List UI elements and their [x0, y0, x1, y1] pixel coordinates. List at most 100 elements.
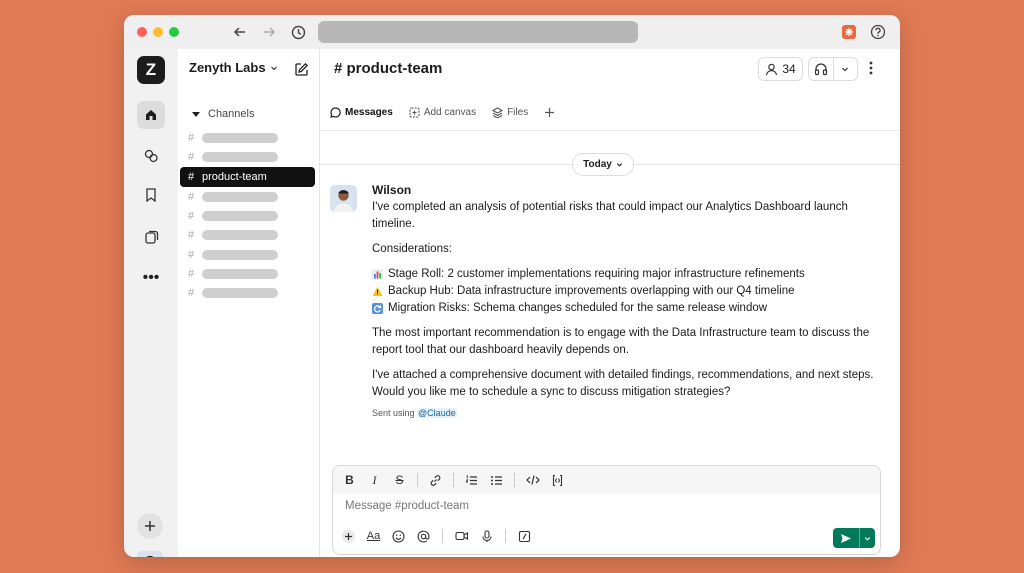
channel-name-placeholder: [202, 230, 278, 240]
bold-icon[interactable]: B: [339, 470, 360, 490]
microphone-icon[interactable]: [477, 526, 496, 546]
hash-icon: #: [187, 229, 195, 241]
canvas-icon: [409, 107, 420, 118]
files-icon[interactable]: [137, 223, 165, 251]
message-intro: I've completed an analysis of potential …: [372, 201, 848, 230]
sidebar-channel[interactable]: #: [180, 245, 315, 265]
hash-icon: #: [187, 210, 195, 222]
message-author[interactable]: Wilson: [372, 182, 887, 199]
plus-icon[interactable]: [339, 526, 358, 546]
toolbar-divider: [505, 529, 506, 543]
list-item-text: Backup Hub: Data infrastructure improvem…: [388, 285, 795, 297]
members-button[interactable]: 34: [758, 57, 803, 81]
channel-name-placeholder: [202, 192, 278, 202]
sidebar-channel[interactable]: #: [180, 147, 315, 167]
forward-arrow-icon[interactable]: [259, 22, 279, 42]
channel-name-placeholder: [202, 250, 278, 260]
bookmark-icon[interactable]: [137, 181, 165, 209]
sidebar-channel[interactable]: #: [180, 225, 315, 245]
video-icon[interactable]: [452, 526, 471, 546]
sidebar-channel[interactable]: #: [180, 283, 315, 303]
channel-tabs: Messages Add canvas Files: [330, 107, 555, 118]
user-avatar[interactable]: [137, 551, 163, 557]
ordered-list-icon[interactable]: [461, 470, 482, 490]
sidebar-channel[interactable]: #: [180, 264, 315, 284]
main-pane: # product-team 34 Messages Add canvas Fi…: [320, 49, 900, 557]
workspace-switcher[interactable]: Zenyth Labs: [189, 60, 278, 75]
app-window: Z ••• Zenyth Labs Channels # # # product…: [124, 15, 900, 557]
composer-actions: Aa: [339, 526, 534, 546]
caret-down-icon: [192, 112, 200, 117]
toolbar-divider: [417, 473, 418, 487]
dms-icon[interactable]: [137, 142, 165, 170]
sidebar-channel[interactable]: #: [180, 128, 315, 148]
search-bar[interactable]: [318, 21, 638, 43]
chevron-down-icon[interactable]: [859, 528, 875, 548]
layers-icon: [492, 107, 504, 118]
add-tab-button[interactable]: [544, 107, 555, 118]
list-item: Backup Hub: Data infrastructure improvem…: [372, 283, 887, 300]
headphones-icon[interactable]: [809, 58, 833, 80]
message-recommendation: The most important recommendation is to …: [372, 327, 870, 356]
text-format-icon[interactable]: Aa: [364, 526, 383, 546]
claude-mention-link[interactable]: @Claude: [417, 408, 457, 418]
home-icon[interactable]: [137, 101, 165, 129]
day-divider-button[interactable]: Today: [572, 153, 634, 176]
channel-name-placeholder: [202, 152, 278, 162]
channel-name: product-team: [202, 171, 267, 183]
italic-icon[interactable]: I: [364, 470, 385, 490]
send-button-group: [833, 528, 875, 548]
hash-icon: #: [187, 191, 195, 203]
slash-command-icon[interactable]: [515, 526, 534, 546]
list-item: Stage Roll: 2 customer implementations r…: [372, 266, 887, 283]
channels-section-header[interactable]: Channels: [192, 108, 254, 120]
workspace-logo-letter: Z: [145, 60, 157, 79]
minimize-window-button[interactable]: [153, 27, 163, 37]
chevron-down-icon[interactable]: [834, 58, 858, 80]
message-considerations-label: Considerations:: [372, 243, 452, 255]
close-window-button[interactable]: [137, 27, 147, 37]
channel-name-placeholder: [202, 211, 278, 221]
compose-icon[interactable]: [291, 59, 311, 79]
bullet-list-icon[interactable]: [486, 470, 507, 490]
help-icon[interactable]: [868, 22, 888, 42]
toolbar-divider: [442, 529, 443, 543]
link-icon[interactable]: [425, 470, 446, 490]
sidebar-channel-product-team[interactable]: # product-team: [180, 167, 315, 187]
send-icon[interactable]: [833, 528, 859, 548]
tab-messages[interactable]: Messages: [330, 107, 393, 118]
mention-icon[interactable]: [414, 526, 433, 546]
tab-add-canvas[interactable]: Add canvas: [409, 107, 476, 118]
strikethrough-icon[interactable]: S: [389, 470, 410, 490]
tab-label: Files: [507, 107, 529, 118]
emoji-icon[interactable]: [389, 526, 408, 546]
more-icon[interactable]: •••: [137, 264, 165, 292]
history-clock-icon[interactable]: [288, 22, 308, 42]
message-input[interactable]: Message #product-team: [345, 500, 469, 512]
code-block-icon[interactable]: [547, 470, 568, 490]
maximize-window-button[interactable]: [169, 27, 179, 37]
sidebar-channel[interactable]: #: [180, 187, 315, 207]
message-closing: I've attached a comprehensive document w…: [372, 369, 874, 398]
tab-files[interactable]: Files: [492, 107, 528, 118]
list-item-text: Stage Roll: 2 customer implementations r…: [388, 268, 805, 280]
workspace-name: Zenyth Labs: [189, 60, 266, 75]
back-arrow-icon[interactable]: [230, 22, 250, 42]
code-icon[interactable]: [522, 470, 543, 490]
huddle-button-group: [808, 57, 858, 81]
formatting-toolbar: B I S: [333, 466, 880, 494]
sent-using-label: Sent using: [372, 408, 415, 418]
channel-name-placeholder: [202, 288, 278, 298]
more-options-icon[interactable]: [861, 58, 881, 78]
add-workspace-button[interactable]: [137, 513, 163, 539]
channel-title[interactable]: # product-team: [334, 60, 442, 77]
member-count: 34: [782, 62, 796, 76]
app-badge-icon[interactable]: [839, 22, 859, 42]
channel-sidebar: Zenyth Labs Channels # # # product-team #…: [178, 49, 320, 557]
list-item: Migration Risks: Schema changes schedule…: [372, 300, 887, 317]
workspace-logo[interactable]: Z: [137, 56, 165, 84]
author-avatar[interactable]: [330, 185, 357, 212]
bar-chart-icon: [372, 269, 383, 280]
sidebar-channel[interactable]: #: [180, 206, 315, 226]
chevron-down-icon: [270, 66, 277, 70]
